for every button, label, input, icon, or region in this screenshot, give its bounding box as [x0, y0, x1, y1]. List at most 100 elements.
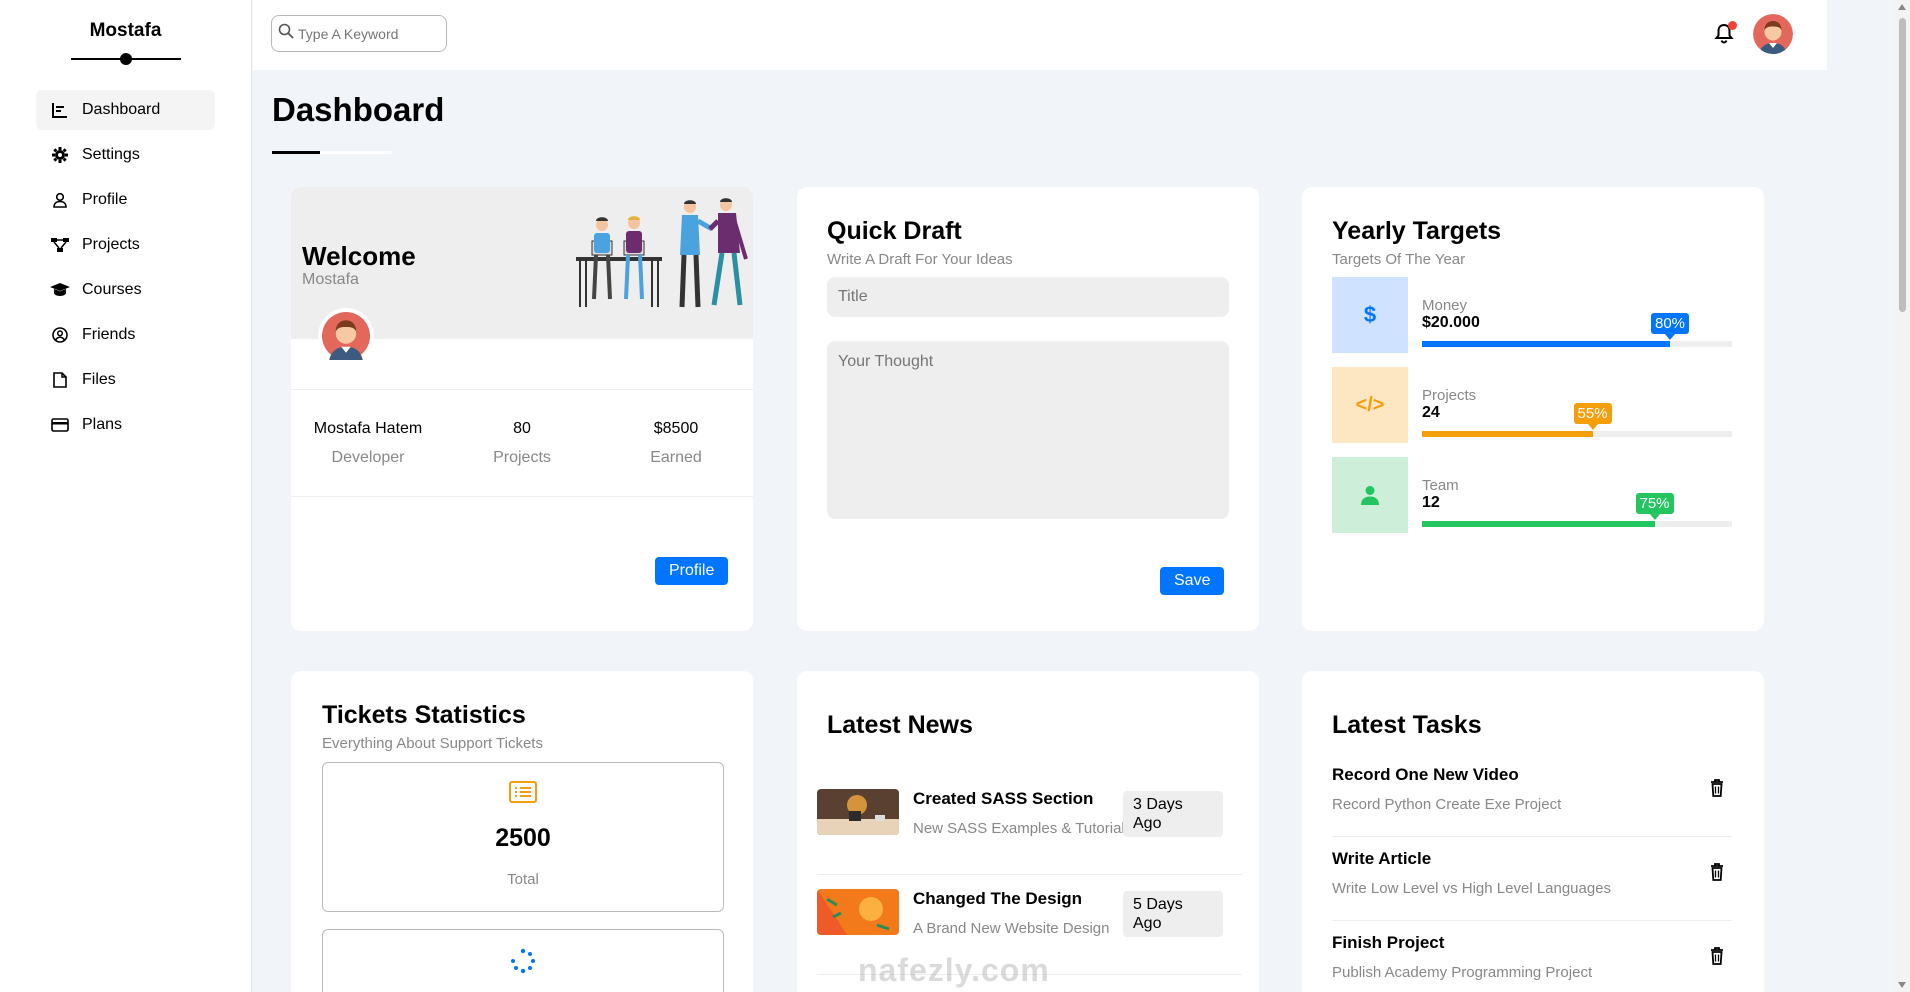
target-label: Projects	[1422, 387, 1477, 404]
sidebar-item-label: Settings	[82, 146, 140, 163]
stat-label: Developer	[331, 449, 405, 466]
target-value: 12	[1422, 494, 1440, 511]
latest-news-card: Latest News Created SASS Section New SAS…	[797, 671, 1259, 992]
file-icon	[50, 370, 70, 390]
target-value: $20.000	[1422, 314, 1480, 331]
ticket-total-box: 2500 Total	[322, 762, 724, 912]
sidebar-item-settings[interactable]: Settings	[36, 135, 215, 175]
sidebar-item-dashboard[interactable]: Dashboard	[36, 90, 215, 130]
avatar-icon	[1753, 14, 1793, 54]
stat-label: Projects	[493, 449, 551, 466]
news-item-date: 5 Days Ago	[1123, 891, 1223, 937]
save-button[interactable]: Save	[1160, 567, 1225, 595]
news-item-desc: New SASS Examples & Tutorials	[913, 820, 1133, 837]
target-projects: </> Projects 24 55%	[1332, 367, 1732, 443]
welcome-stats: Mostafa Hatem Developer 80 Projects $850…	[291, 389, 753, 497]
stat-value: $8500	[653, 420, 699, 437]
yearly-targets-card: Yearly Targets Targets Of The Year $ Mon…	[1302, 187, 1764, 631]
sidebar-item-files[interactable]: Files	[36, 360, 215, 400]
page-title-underline	[272, 151, 392, 154]
task-item: Finish Project Publish Academy Programmi…	[1332, 925, 1732, 992]
task-item: Record One New Video Record Python Creat…	[1332, 757, 1732, 837]
trash-icon[interactable]	[1710, 863, 1726, 883]
news-item[interactable]: Created SASS Section New SASS Examples &…	[817, 775, 1242, 875]
target-progress: 55%	[1422, 403, 1732, 437]
task-title: Record One New Video	[1332, 765, 1519, 784]
sidebar-item-profile[interactable]: Profile	[36, 180, 215, 220]
task-desc: Record Python Create Exe Project	[1332, 796, 1562, 813]
team-illustration	[576, 198, 748, 308]
news-thumbnail	[817, 789, 899, 835]
avatar-icon	[322, 312, 370, 360]
progress-percent: 75%	[1635, 493, 1674, 520]
task-desc: Publish Academy Programming Project	[1332, 964, 1593, 981]
search-input[interactable]	[298, 25, 438, 42]
brand-name: Mostafa	[89, 20, 162, 41]
stat-value: Mostafa Hatem	[313, 420, 423, 437]
sidebar-item-label: Files	[82, 371, 116, 388]
progress-percent: 80%	[1650, 313, 1690, 340]
news-item-date: 3 Days Ago	[1123, 791, 1223, 837]
sidebar-item-label: Profile	[82, 191, 128, 208]
progress-percent: 55%	[1573, 403, 1612, 430]
list-icon	[323, 781, 723, 808]
tickets-title: Tickets Statistics	[322, 701, 526, 729]
news-item-desc: A Brand New Website Design	[913, 920, 1110, 937]
tickets-subtitle: Everything About Support Tickets	[322, 735, 543, 752]
stat-earned: $8500 Earned	[599, 390, 753, 496]
scroll-down-icon[interactable]	[1898, 982, 1906, 988]
user-icon	[50, 190, 70, 210]
welcome-title: Welcome	[302, 241, 416, 271]
draft-thought-input[interactable]	[827, 341, 1229, 519]
stat-name: Mostafa Hatem Developer	[291, 390, 445, 496]
draft-title-input[interactable]	[827, 277, 1229, 317]
sidebar-item-label: Friends	[82, 326, 136, 343]
trash-icon[interactable]	[1710, 779, 1726, 799]
page-title: Dashboard	[272, 91, 445, 128]
notifications-button[interactable]	[1713, 21, 1737, 46]
tickets-card: Tickets Statistics Everything About Supp…	[291, 671, 753, 992]
draft-title: Quick Draft	[827, 217, 962, 245]
ticket-pending-box	[322, 929, 724, 992]
news-item-title: Changed The Design	[913, 889, 1083, 908]
progress-fill	[1422, 521, 1655, 527]
scrollbar-thumb[interactable]	[1899, 18, 1906, 312]
page-scrollbar[interactable]	[1894, 0, 1910, 992]
welcome-card: Welcome Mostafa Mostafa Hatem Developer …	[291, 187, 753, 631]
scroll-up-icon[interactable]	[1898, 4, 1906, 10]
targets-subtitle: Targets Of The Year	[1332, 251, 1466, 268]
targets-title: Yearly Targets	[1332, 217, 1502, 245]
sidebar-item-projects[interactable]: Projects	[36, 225, 215, 265]
stat-label: Earned	[650, 449, 702, 466]
diagram-icon	[50, 235, 70, 255]
welcome-name: Mostafa	[302, 271, 359, 288]
quick-draft-card: Quick Draft Write A Draft For Your Ideas…	[797, 187, 1259, 631]
credit-card-icon	[50, 415, 70, 435]
user-icon	[1332, 457, 1408, 533]
progress-fill	[1422, 431, 1593, 437]
user-avatar[interactable]	[1753, 14, 1793, 54]
stat-projects: 80 Projects	[445, 390, 599, 496]
sidebar-item-courses[interactable]: Courses	[36, 270, 215, 310]
sidebar-item-label: Projects	[82, 236, 140, 253]
trash-icon[interactable]	[1710, 947, 1726, 967]
profile-button[interactable]: Profile	[655, 557, 729, 585]
sidebar-nav: Dashboard Settings Profile Projects Cour…	[0, 90, 251, 445]
ticket-total-value: 2500	[495, 824, 551, 852]
latest-tasks-card: Latest Tasks Record One New Video Record…	[1302, 671, 1764, 992]
sidebar: Mostafa Dashboard Settings Profile Proje…	[0, 0, 252, 992]
target-label: Money	[1422, 297, 1468, 314]
task-desc: Write Low Level vs High Level Languages	[1332, 880, 1612, 897]
stat-value: 80	[513, 420, 531, 437]
news-item-title: Created SASS Section	[913, 789, 1094, 808]
news-thumbnail	[817, 889, 899, 935]
chart-icon	[50, 100, 70, 120]
ticket-total-label: Total	[507, 871, 539, 888]
sidebar-item-plans[interactable]: Plans	[36, 405, 215, 445]
watermark: nafezly.com	[858, 952, 1050, 988]
sidebar-item-friends[interactable]: Friends	[36, 315, 215, 355]
task-title: Write Article	[1332, 849, 1432, 868]
target-value: 24	[1422, 404, 1440, 421]
search-box[interactable]	[271, 15, 447, 52]
progress-fill	[1422, 341, 1670, 347]
